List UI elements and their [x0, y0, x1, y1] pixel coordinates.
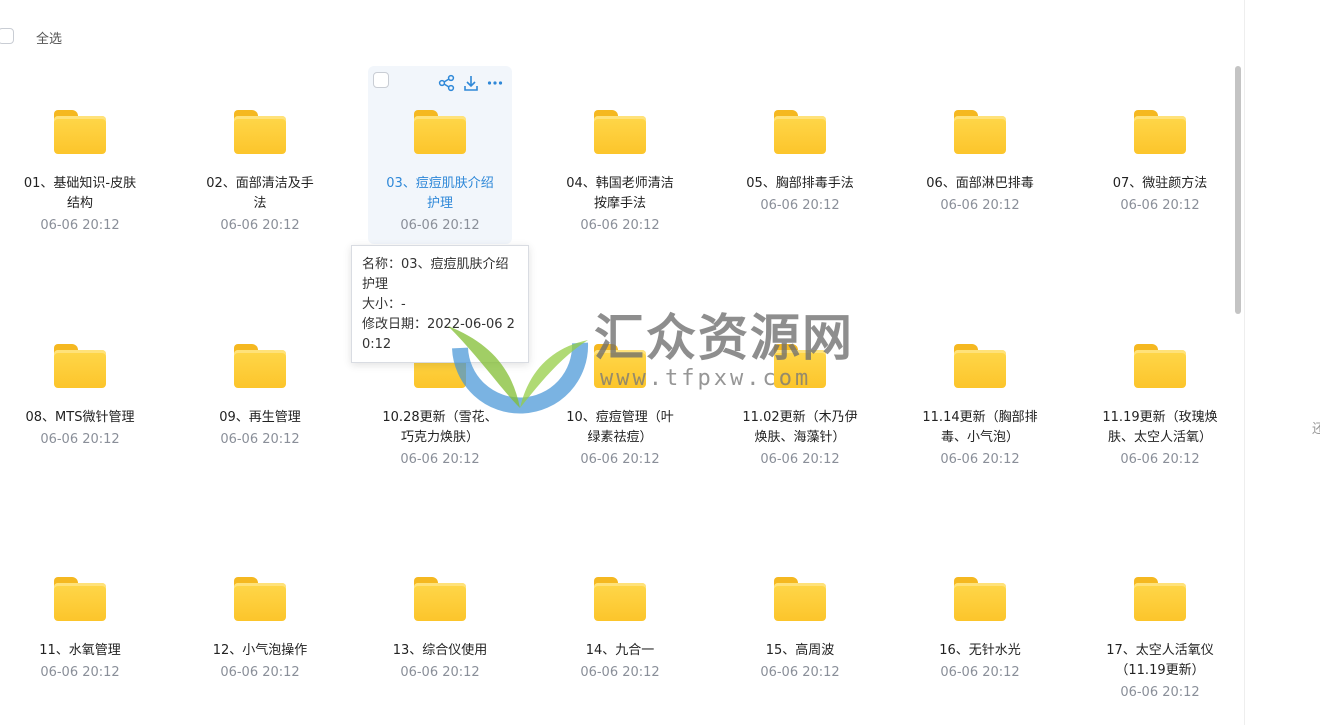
file-item[interactable]: 11、水氧管理 06-06 20:12 — [7, 577, 153, 683]
file-date: 06-06 20:12 — [400, 665, 480, 680]
file-name[interactable]: 15、高周波 — [740, 641, 860, 661]
file-item[interactable]: 05、胸部排毒手法 06-06 20:12 — [727, 110, 873, 216]
folder-icon — [774, 344, 826, 388]
folder-icon — [1134, 344, 1186, 388]
file-item[interactable]: 11.14更新（胸部排毒、小气泡） 06-06 20:12 — [907, 344, 1053, 470]
file-name[interactable]: 11.14更新（胸部排毒、小气泡） — [920, 408, 1040, 448]
folder-icon — [54, 344, 106, 388]
file-name[interactable]: 11、水氧管理 — [20, 641, 140, 661]
file-item[interactable]: 15、高周波 06-06 20:12 — [727, 577, 873, 683]
folder-icon — [1134, 110, 1186, 154]
folder-icon — [234, 577, 286, 621]
file-name[interactable]: 02、面部清洁及手法 — [200, 174, 320, 214]
file-item[interactable]: 14、九合一 06-06 20:12 — [547, 577, 693, 683]
file-name[interactable]: 10、痘痘管理（叶绿素祛痘） — [560, 408, 680, 448]
file-name[interactable]: 05、胸部排毒手法 — [740, 174, 860, 194]
file-name[interactable]: 06、面部淋巴排毒 — [920, 174, 1040, 194]
folder-icon — [594, 110, 646, 154]
file-date: 06-06 20:12 — [580, 218, 660, 233]
file-item[interactable]: 11.19更新（玫瑰焕肤、太空人活氧） 06-06 20:12 — [1087, 344, 1233, 470]
file-item[interactable]: 07、微驻颜方法 06-06 20:12 — [1087, 110, 1233, 216]
file-item[interactable]: 02、面部清洁及手法 06-06 20:12 — [187, 110, 333, 236]
folder-icon — [594, 344, 646, 388]
file-date: 06-06 20:12 — [220, 432, 300, 447]
folder-icon — [54, 110, 106, 154]
file-grid: 01、基础知识-皮肤结构 06-06 20:12 02、面部清洁及手法 06-06 2… — [0, 0, 1240, 725]
folder-icon — [234, 344, 286, 388]
folder-icon — [954, 577, 1006, 621]
tooltip-size: 大小：- — [362, 297, 406, 312]
file-name[interactable]: 10.28更新（雪花、巧克力焕肤） — [380, 408, 500, 448]
file-item[interactable]: 11.02更新（木乃伊焕肤、海藻针） 06-06 20:12 — [727, 344, 873, 470]
file-date: 06-06 20:12 — [220, 665, 300, 680]
file-date: 06-06 20:12 — [940, 198, 1020, 213]
folder-icon — [954, 110, 1006, 154]
file-date: 06-06 20:12 — [220, 218, 300, 233]
file-info-tooltip: 名称：03、痘痘肌肤介绍护理 大小：- 修改日期：2022-06-06 20:1… — [351, 245, 529, 363]
file-date: 06-06 20:12 — [580, 452, 660, 467]
file-item[interactable]: 08、MTS微针管理 06-06 20:12 — [7, 344, 153, 450]
file-name[interactable]: 04、韩国老师清洁按摩手法 — [560, 174, 680, 214]
file-item[interactable]: 17、太空人活氧仪（11.19更新） 06-06 20:12 — [1087, 577, 1233, 703]
tooltip-name: 名称：03、痘痘肌肤介绍护理 — [362, 257, 509, 292]
folder-icon — [54, 577, 106, 621]
folder-icon — [594, 577, 646, 621]
file-date: 06-06 20:12 — [1120, 198, 1200, 213]
file-name[interactable]: 11.02更新（木乃伊焕肤、海藻针） — [740, 408, 860, 448]
file-item[interactable]: 01、基础知识-皮肤结构 06-06 20:12 — [7, 110, 153, 236]
file-item[interactable]: 16、无针水光 06-06 20:12 — [907, 577, 1053, 683]
right-panel — [1245, 0, 1320, 725]
file-date: 06-06 20:12 — [760, 452, 840, 467]
file-date: 06-06 20:12 — [1120, 452, 1200, 467]
file-item[interactable]: 06、面部淋巴排毒 06-06 20:12 — [907, 110, 1053, 216]
file-name[interactable]: 14、九合一 — [560, 641, 680, 661]
file-name[interactable]: 16、无针水光 — [920, 641, 1040, 661]
file-name[interactable]: 07、微驻颜方法 — [1100, 174, 1220, 194]
right-edge-text: 还 — [1312, 422, 1320, 437]
folder-icon — [414, 110, 466, 154]
file-date: 06-06 20:12 — [760, 665, 840, 680]
file-name[interactable]: 11.19更新（玫瑰焕肤、太空人活氧） — [1100, 408, 1220, 448]
file-date: 06-06 20:12 — [40, 432, 120, 447]
file-item[interactable]: 09、再生管理 06-06 20:12 — [187, 344, 333, 450]
file-date: 06-06 20:12 — [580, 665, 660, 680]
folder-icon — [774, 110, 826, 154]
folder-icon — [954, 344, 1006, 388]
file-date: 06-06 20:12 — [1120, 685, 1200, 700]
file-item[interactable]: 12、小气泡操作 06-06 20:12 — [187, 577, 333, 683]
file-item[interactable]: 03、痘痘肌肤介绍护理 06-06 20:12 — [367, 110, 513, 236]
file-date: 06-06 20:12 — [40, 665, 120, 680]
file-name[interactable]: 12、小气泡操作 — [200, 641, 320, 661]
file-item[interactable]: 13、综合仪使用 06-06 20:12 — [367, 577, 513, 683]
folder-icon — [774, 577, 826, 621]
file-date: 06-06 20:12 — [40, 218, 120, 233]
file-name[interactable]: 01、基础知识-皮肤结构 — [20, 174, 140, 214]
file-date: 06-06 20:12 — [760, 198, 840, 213]
file-item[interactable]: 04、韩国老师清洁按摩手法 06-06 20:12 — [547, 110, 693, 236]
file-name[interactable]: 03、痘痘肌肤介绍护理 — [380, 174, 500, 214]
file-date: 06-06 20:12 — [940, 665, 1020, 680]
file-item[interactable]: 10、痘痘管理（叶绿素祛痘） 06-06 20:12 — [547, 344, 693, 470]
folder-icon — [234, 110, 286, 154]
file-date: 06-06 20:12 — [400, 452, 480, 467]
file-name[interactable]: 09、再生管理 — [200, 408, 320, 428]
file-name[interactable]: 17、太空人活氧仪（11.19更新） — [1100, 641, 1220, 681]
folder-icon — [1134, 577, 1186, 621]
file-date: 06-06 20:12 — [400, 218, 480, 233]
file-name[interactable]: 13、综合仪使用 — [380, 641, 500, 661]
file-date: 06-06 20:12 — [940, 452, 1020, 467]
scrollbar-thumb[interactable] — [1235, 66, 1241, 314]
folder-icon — [414, 577, 466, 621]
file-name[interactable]: 08、MTS微针管理 — [20, 408, 140, 428]
tooltip-modified: 修改日期：2022-06-06 20:12 — [362, 317, 515, 352]
